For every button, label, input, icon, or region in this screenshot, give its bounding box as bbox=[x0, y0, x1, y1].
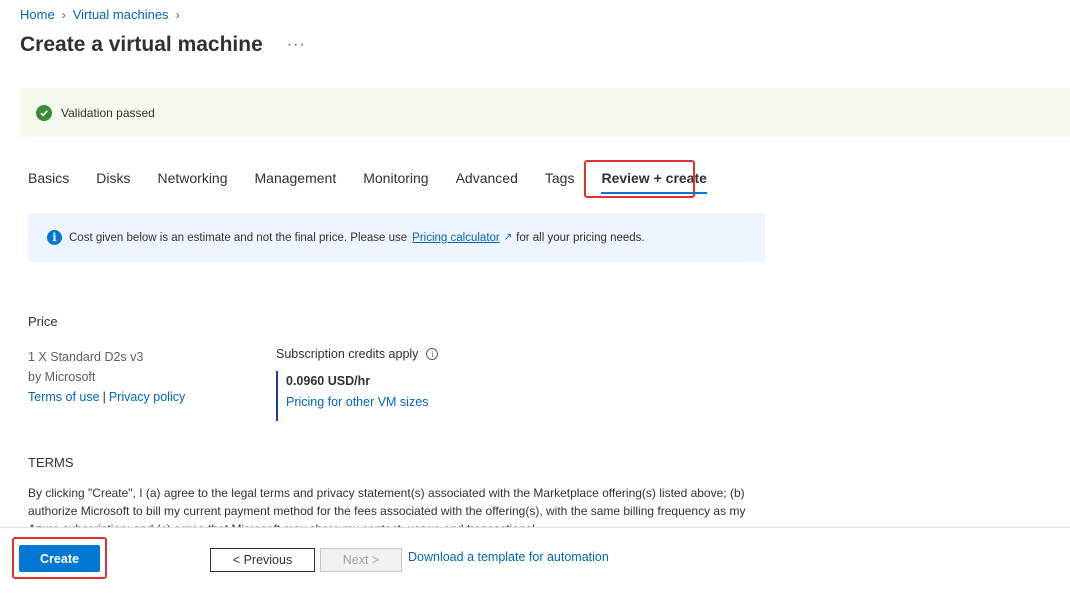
price-amount: 0.0960 USD/hr bbox=[286, 374, 371, 388]
tab-advanced[interactable]: Advanced bbox=[456, 166, 518, 190]
checkmark-icon bbox=[36, 104, 52, 121]
offering-details: 1 X Standard D2s v3 by Microsoft Terms o… bbox=[28, 347, 185, 407]
tab-review-create-label: Review + create bbox=[601, 170, 707, 186]
external-link-icon: ↗ bbox=[503, 232, 513, 243]
tab-basics[interactable]: Basics bbox=[28, 166, 69, 190]
wizard-tabs: Basics Disks Networking Management Monit… bbox=[28, 166, 734, 194]
terms-heading: TERMS bbox=[28, 455, 74, 470]
price-box: 0.0960 USD/hr Pricing for other VM sizes bbox=[276, 371, 438, 421]
price-heading: Price bbox=[28, 314, 58, 329]
download-template-link[interactable]: Download a template for automation bbox=[408, 550, 609, 564]
validation-message: Validation passed bbox=[61, 105, 155, 120]
validation-banner: Validation passed bbox=[20, 88, 1070, 137]
pricing-calculator-link[interactable]: Pricing calculator bbox=[412, 232, 500, 244]
breadcrumb-home[interactable]: Home bbox=[20, 7, 55, 22]
tab-monitoring[interactable]: Monitoring bbox=[363, 166, 428, 190]
breadcrumb-virtual-machines[interactable]: Virtual machines bbox=[73, 7, 169, 22]
info-text: Cost given below is an estimate and not … bbox=[69, 231, 408, 244]
price-summary: Subscription credits apply i 0.0960 USD/… bbox=[276, 347, 439, 421]
title-row: Create a virtual machine ··· bbox=[20, 33, 306, 57]
page-title: Create a virtual machine bbox=[20, 33, 263, 56]
subscription-credits: Subscription credits apply i bbox=[276, 347, 439, 361]
offering-publisher: by Microsoft bbox=[28, 370, 96, 384]
tab-review-create[interactable]: Review + create bbox=[601, 166, 707, 194]
active-tab-underline bbox=[601, 192, 707, 194]
info-tooltip-icon[interactable]: i bbox=[426, 348, 439, 360]
terms-of-use-link[interactable]: Terms of use bbox=[28, 390, 100, 404]
tab-disks[interactable]: Disks bbox=[96, 166, 130, 190]
chevron-right-icon: › bbox=[175, 7, 180, 22]
chevron-right-icon: › bbox=[61, 7, 66, 22]
privacy-policy-link[interactable]: Privacy policy bbox=[109, 390, 185, 404]
create-button[interactable]: Create bbox=[19, 545, 100, 572]
info-icon: i bbox=[47, 230, 62, 245]
link-separator: | bbox=[102, 390, 106, 404]
tab-networking[interactable]: Networking bbox=[157, 166, 227, 190]
more-options-icon[interactable]: ··· bbox=[287, 37, 306, 53]
offering-name: 1 X Standard D2s v3 bbox=[28, 350, 144, 364]
next-button[interactable]: Next > bbox=[320, 548, 402, 572]
info-text-after: for all your pricing needs. bbox=[516, 231, 645, 244]
credits-label: Subscription credits apply bbox=[276, 347, 419, 361]
pricing-other-sizes-link[interactable]: Pricing for other VM sizes bbox=[286, 395, 428, 409]
offering-links: Terms of use | Privacy policy bbox=[28, 387, 185, 407]
tab-management[interactable]: Management bbox=[255, 166, 337, 190]
pricing-info-banner: i Cost given below is an estimate and no… bbox=[28, 213, 765, 262]
terms-text: By clicking "Create", I (a) agree to the… bbox=[28, 486, 746, 527]
tab-tags[interactable]: Tags bbox=[545, 166, 575, 190]
previous-button[interactable]: < Previous bbox=[210, 548, 315, 572]
breadcrumb: Home › Virtual machines › bbox=[20, 7, 187, 22]
